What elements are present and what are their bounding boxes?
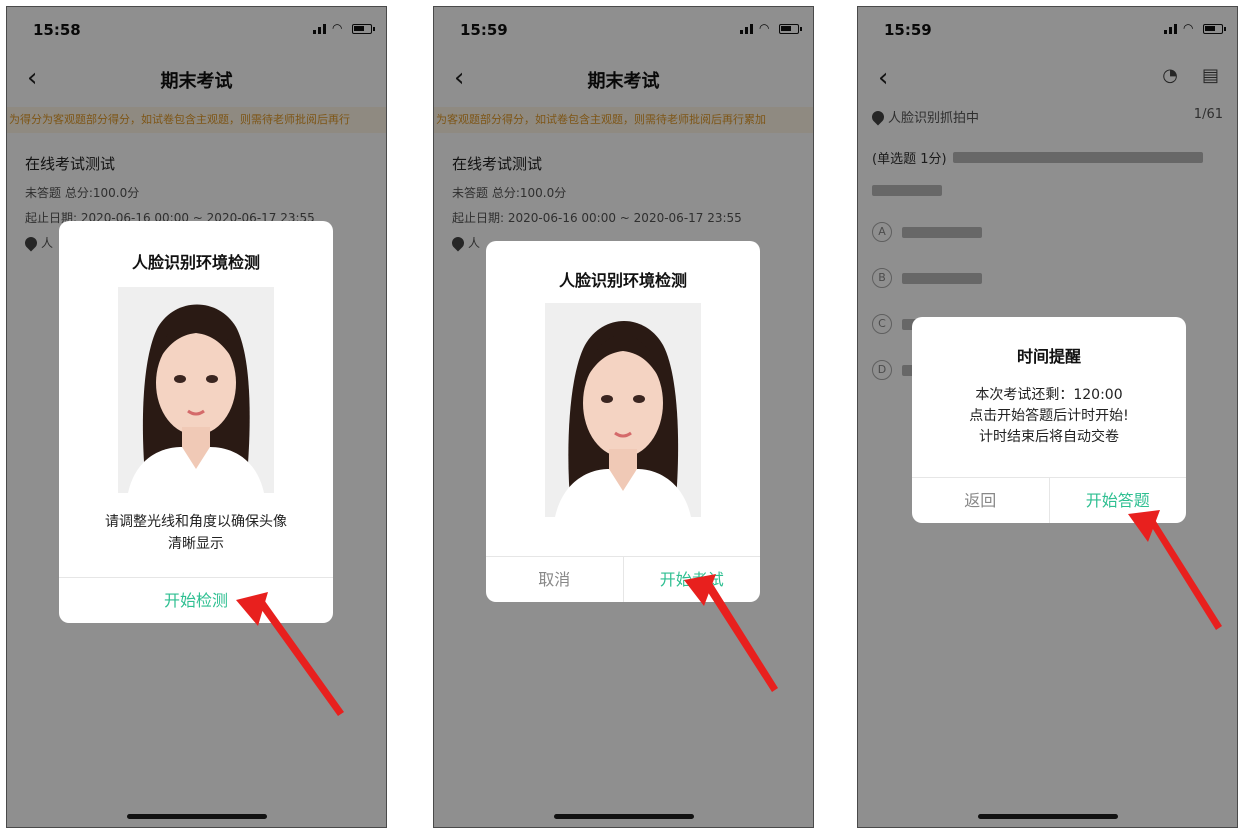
time-reminder-dialog: 时间提醒 本次考试还剩：120:00 点击开始答题后计时开始! 计时结束后将自动…: [912, 317, 1186, 523]
home-indicator: [977, 814, 1118, 819]
dialog-title: 时间提醒: [1016, 347, 1081, 366]
dialog-title: 人脸识别环境检测: [131, 253, 260, 272]
phone-screen-2: 15:59 ◠ ‹ 期末考试 为客观题部分得分，如试卷包含主观题，则需待老师批阅…: [433, 6, 814, 828]
cancel-button[interactable]: 取消: [486, 557, 624, 602]
dialog-title: 人脸识别环境检测: [558, 271, 687, 290]
dialog-footer: 返回 开始答题: [912, 477, 1186, 523]
home-indicator: [126, 814, 267, 819]
face-check-dialog: 人脸识别环境检测 请调整光线和角度以确保头像 清晰显示 开始检测: [59, 221, 333, 623]
start-answering-button[interactable]: 开始答题: [1050, 478, 1187, 523]
back-button[interactable]: 返回: [912, 478, 1050, 523]
face-portrait-image: [118, 287, 274, 493]
face-check-dialog: 人脸识别环境检测 取消 开始考试: [486, 241, 760, 602]
dialog-message: 本次考试还剩：120:00 点击开始答题后计时开始! 计时结束后将自动交卷: [912, 385, 1186, 448]
start-exam-button[interactable]: 开始考试: [624, 557, 761, 602]
remaining-time-text: 本次考试还剩：120:00: [975, 387, 1123, 403]
dialog-message-line-1: 请调整光线和角度以确保头像: [105, 514, 287, 530]
phone-screen-3: 15:59 ◠ ‹ ◔ ▤ 人脸识别抓拍中 1/61 (单选题 1分) A B …: [857, 6, 1238, 828]
start-detection-button[interactable]: 开始检测: [59, 578, 333, 623]
phone-screen-1: 15:58 ◠ ‹ 期末考试 为得分为客观题部分得分，如试卷包含主观题，则需待老…: [6, 6, 387, 828]
dialog-footer: 开始检测: [59, 577, 333, 623]
dialog-footer: 取消 开始考试: [486, 556, 760, 602]
dialog-message: 请调整光线和角度以确保头像 清晰显示: [59, 511, 333, 555]
face-portrait-image: [545, 303, 701, 517]
home-indicator: [553, 814, 694, 819]
auto-submit-text: 计时结束后将自动交卷: [979, 429, 1119, 445]
dialog-message-line-2: 清晰显示: [168, 536, 224, 552]
timer-start-text: 点击开始答题后计时开始!: [969, 408, 1129, 424]
